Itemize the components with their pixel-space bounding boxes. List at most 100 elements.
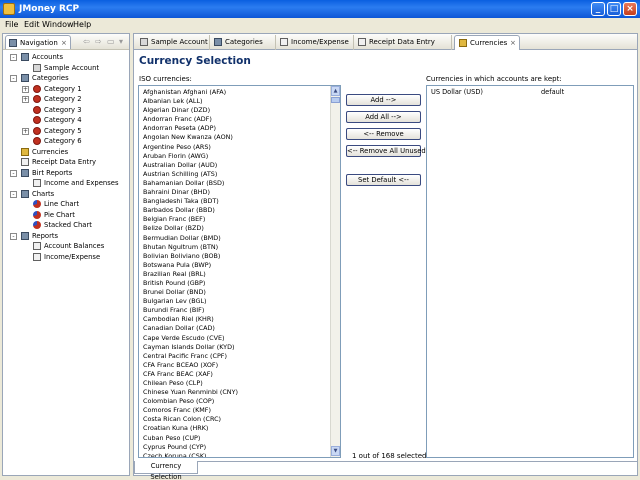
list-item[interactable]: Australian Dollar (AUD) (143, 161, 329, 170)
list-item[interactable]: Albanian Lek (ALL) (143, 97, 329, 106)
tree-item[interactable]: Pie Chart (3, 210, 129, 221)
expand-icon[interactable]: + (22, 96, 29, 103)
list-item[interactable]: Botswana Pula (BWP) (143, 261, 329, 270)
list-item[interactable]: CFA Franc BCEAO (XOF) (143, 361, 329, 370)
set-default-button[interactable]: Set Default <-- (346, 174, 421, 186)
tab-income-expense[interactable]: Income/Expense (276, 35, 354, 50)
list-item[interactable]: Argentine Peso (ARS) (143, 143, 329, 152)
kept-currency-list[interactable]: US Dollar (USD) default (426, 85, 634, 458)
tree-item[interactable]: - Categories (3, 73, 129, 84)
collapse-icon[interactable]: - (10, 190, 17, 198)
list-item[interactable]: Bulgarian Lev (BGL) (143, 297, 329, 306)
currencies-close-icon[interactable]: × (510, 38, 516, 48)
expand-icon[interactable]: + (22, 85, 29, 93)
list-item[interactable]: Colombian Peso (COP) (143, 397, 329, 406)
list-item[interactable]: Andorran Franc (ADF) (143, 115, 329, 124)
list-item[interactable]: Costa Rican Colon (CRC) (143, 415, 329, 424)
list-item[interactable]: Belgian Franc (BEF) (143, 215, 329, 224)
collapse-icon[interactable]: - (10, 75, 17, 82)
list-item[interactable]: Canadian Dollar (CAD) (143, 324, 329, 333)
add-button[interactable]: Add --> (346, 94, 421, 106)
list-item[interactable]: Croatian Kuna (HRK) (143, 424, 329, 433)
list-item[interactable]: Algerian Dinar (DZD) (143, 106, 329, 115)
list-item[interactable]: Czech Koruna (CSK) (143, 452, 329, 457)
list-item[interactable]: Cyprus Pound (CYP) (143, 443, 329, 452)
expand-icon[interactable]: + (22, 127, 29, 135)
list-item[interactable]: Bermudian Dollar (BMD) (143, 234, 329, 243)
tree-item[interactable]: Currencies (3, 147, 129, 158)
add-all-button[interactable]: Add All --> (346, 111, 421, 123)
tree-item[interactable]: Account Balances (3, 241, 129, 252)
remove-button[interactable]: <-- Remove (346, 128, 421, 140)
list-item[interactable]: Bangladeshi Taka (BDT) (143, 197, 329, 206)
tree-item[interactable]: Category 4 (3, 115, 129, 126)
iso-currency-list[interactable]: Afghanistan Afghani (AFA) Albanian Lek (A… (138, 85, 341, 458)
tree-item[interactable]: Stacked Chart (3, 220, 129, 231)
tab-receipt-data-entry[interactable]: Receipt Data Entry (354, 35, 452, 50)
remove-all-unused-button[interactable]: <-- Remove All Unused (346, 145, 426, 157)
list-item[interactable]: Bahamanian Dollar (BSD) (143, 179, 329, 188)
list-item[interactable]: Brunei Dollar (BND) (143, 288, 329, 297)
navigation-close-icon[interactable]: × (61, 38, 67, 48)
list-item[interactable]: Cape Verde Escudo (CVE) (143, 334, 329, 343)
list-item[interactable]: Bhutan Ngultrum (BTN) (143, 243, 329, 252)
navigation-tab[interactable]: Navigation × (5, 35, 71, 49)
view-menu-icon[interactable]: ▾ (119, 36, 123, 47)
tree-item[interactable]: - Charts (3, 189, 129, 200)
list-item[interactable]: Bahraini Dinar (BHD) (143, 188, 329, 197)
list-item[interactable]: Aruban Florin (AWG) (143, 152, 329, 161)
menu-edit[interactable]: Edit (24, 19, 40, 30)
list-item[interactable]: Cayman Islands Dollar (KYD) (143, 343, 329, 352)
tab-currencies[interactable]: Currencies × (454, 35, 520, 50)
list-item[interactable]: Angolan New Kwanza (AON) (143, 133, 329, 142)
tree-item[interactable]: Line Chart (3, 199, 129, 210)
list-item[interactable]: Comoros Franc (KMF) (143, 406, 329, 415)
tree-item[interactable]: + Category 1 (3, 84, 129, 95)
list-item[interactable]: Chinese Yuan Renminbi (CNY) (143, 388, 329, 397)
menu-help[interactable]: Help (73, 19, 91, 30)
forward-icon[interactable]: ⇨ (95, 36, 102, 47)
list-item[interactable]: Bolivian Boliviano (BOB) (143, 252, 329, 261)
menu-window[interactable]: Window (42, 19, 74, 30)
tree-item[interactable]: - Accounts (3, 52, 129, 63)
menu-file[interactable]: File (5, 19, 18, 30)
list-item[interactable]: Cambodian Riel (KHR) (143, 315, 329, 324)
back-icon[interactable]: ⇦ (83, 36, 90, 47)
tree-item[interactable]: Income/Expense (3, 252, 129, 263)
collapse-icon[interactable]: - (10, 232, 17, 240)
list-item[interactable]: Barbados Dollar (BBD) (143, 206, 329, 215)
tab-categories[interactable]: Categories (210, 35, 276, 50)
tab-currency-selection[interactable]: Currency Selection (134, 461, 198, 480)
list-item[interactable]: Austrian Schilling (ATS) (143, 170, 329, 179)
tree-item[interactable]: Receipt Data Entry (3, 157, 129, 168)
tree-item[interactable]: + Category 5 (3, 126, 129, 137)
list-item[interactable]: Burundi Franc (BIF) (143, 306, 329, 315)
collapse-icon[interactable]: ▭ (107, 36, 115, 47)
kept-currency-name[interactable]: US Dollar (USD) (431, 88, 483, 97)
list-item[interactable]: Belize Dollar (BZD) (143, 224, 329, 233)
tree-item[interactable]: Sample Account (3, 63, 129, 74)
tree-item[interactable]: Income and Expenses (3, 178, 129, 189)
scroll-thumb[interactable] (331, 97, 340, 103)
close-button[interactable]: × (623, 2, 637, 16)
iso-list-scrollbar[interactable]: ▲ ▼ (330, 86, 340, 457)
collapse-icon[interactable]: - (10, 169, 17, 177)
list-item[interactable]: Central Pacific Franc (CPF) (143, 352, 329, 361)
list-item[interactable]: British Pound (GBP) (143, 279, 329, 288)
list-item[interactable]: Afghanistan Afghani (AFA) (143, 88, 329, 97)
tree-item[interactable]: Category 6 (3, 136, 129, 147)
tree-item[interactable]: - Reports (3, 231, 129, 242)
list-item[interactable]: Andorran Peseta (ADP) (143, 124, 329, 133)
minimize-button[interactable]: _ (591, 2, 605, 16)
tab-sample-account[interactable]: Sample Account (136, 35, 210, 50)
list-item[interactable]: Cuban Peso (CUP) (143, 434, 329, 443)
list-item[interactable]: Chilean Peso (CLP) (143, 379, 329, 388)
tree-item[interactable]: - Birt Reports (3, 168, 129, 179)
tree-item[interactable]: + Category 2 (3, 94, 129, 105)
maximize-button[interactable]: □ (607, 2, 621, 16)
tree-item[interactable]: Category 3 (3, 105, 129, 116)
list-item[interactable]: Brazilian Real (BRL) (143, 270, 329, 279)
scroll-down-icon[interactable]: ▼ (331, 446, 340, 456)
scroll-up-icon[interactable]: ▲ (331, 86, 340, 96)
collapse-icon[interactable]: - (10, 54, 17, 61)
